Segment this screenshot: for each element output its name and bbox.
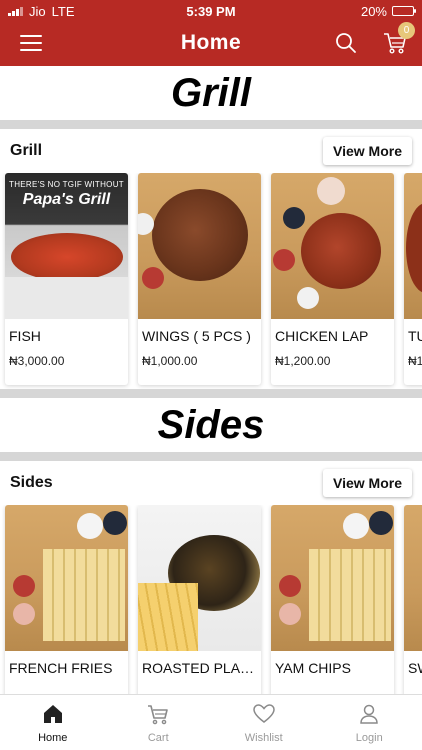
- product-name: SW: [408, 660, 422, 676]
- product-price: [138, 676, 261, 686]
- product-card-yam-chips[interactable]: YAM CHIPS: [271, 505, 394, 694]
- product-image: [271, 173, 394, 319]
- product-card-chicken-lap[interactable]: CHICKEN LAP ₦1,200.00: [271, 173, 394, 385]
- product-carousel-grill[interactable]: THERE'S NO TGIF WITHOUT Papa's Grill FIS…: [0, 173, 422, 389]
- app-header: Home 0: [0, 22, 422, 66]
- product-card-fish[interactable]: THERE'S NO TGIF WITHOUT Papa's Grill FIS…: [5, 173, 128, 385]
- section-banner-sides: Sides: [157, 402, 265, 447]
- carrier-label: Jio: [29, 3, 46, 19]
- product-card-partial[interactable]: TU ₦1: [404, 173, 422, 385]
- product-name: YAM CHIPS: [275, 660, 351, 676]
- product-card-partial[interactable]: SW: [404, 505, 422, 694]
- section-header-sides: Sides View More: [0, 461, 422, 505]
- product-image: [404, 505, 422, 651]
- image-promo-text: THERE'S NO TGIF WITHOUT: [9, 180, 124, 189]
- tab-label: Home: [38, 732, 68, 744]
- status-bar: Jio LTE 5:39 PM 20%: [0, 0, 422, 22]
- image-promo-brand: Papa's Grill: [22, 191, 111, 208]
- user-icon: [360, 704, 379, 724]
- product-name: ROASTED PLAN...: [142, 660, 261, 676]
- product-card-french-fries[interactable]: FRENCH FRIES: [5, 505, 128, 694]
- product-price: ₦3,000.00: [9, 354, 65, 368]
- product-card-wings[interactable]: WINGS ( 5 PCS ) ₦1,000.00: [138, 173, 261, 385]
- tab-label: Cart: [147, 732, 169, 744]
- section-banner-grill: Grill: [170, 70, 252, 115]
- tab-wishlist[interactable]: Wishlist: [211, 695, 317, 750]
- section-title: Grill: [10, 142, 43, 159]
- status-left: Jio LTE: [8, 4, 361, 19]
- product-price: [5, 676, 128, 686]
- tab-cart[interactable]: Cart: [106, 695, 212, 750]
- search-icon[interactable]: [334, 31, 358, 55]
- battery-icon: [392, 6, 416, 16]
- view-more-button[interactable]: View More: [323, 137, 412, 165]
- product-price: ₦1,000.00: [142, 354, 198, 368]
- product-name: TU: [408, 328, 422, 344]
- heart-icon: [252, 704, 275, 723]
- product-card-roasted-plantain[interactable]: ROASTED PLAN...: [138, 505, 261, 694]
- section-divider: [0, 452, 422, 461]
- status-right: 20%: [360, 3, 416, 19]
- home-content[interactable]: Grill Grill View More THERE'S NO TGIF WI…: [0, 66, 422, 694]
- tab-label: Wishlist: [244, 732, 283, 744]
- product-image: [404, 173, 422, 319]
- cart-icon: [148, 705, 169, 725]
- bottom-tab-bar: Home Cart Wishlist Login: [0, 694, 422, 750]
- product-price: ₦1: [408, 354, 422, 368]
- product-name: WINGS ( 5 PCS ): [142, 328, 251, 344]
- cart-count-badge: 0: [398, 22, 415, 39]
- tab-login[interactable]: Login: [317, 695, 422, 750]
- section-divider: [0, 120, 422, 129]
- battery-percent: 20%: [360, 3, 387, 19]
- section-divider: [0, 389, 422, 398]
- view-more-button[interactable]: View More: [323, 469, 412, 497]
- product-image: [271, 505, 394, 651]
- product-name: CHICKEN LAP: [275, 328, 369, 344]
- product-name: FRENCH FRIES: [9, 660, 113, 676]
- tab-home[interactable]: Home: [0, 695, 106, 750]
- product-price: [271, 676, 394, 686]
- tab-label: Login: [355, 732, 383, 744]
- product-name: FISH: [9, 328, 41, 344]
- product-image: [138, 505, 261, 651]
- home-icon: [43, 705, 62, 723]
- section-header-grill: Grill View More: [0, 129, 422, 173]
- product-price: ₦1,200.00: [275, 354, 331, 368]
- product-image: [5, 505, 128, 651]
- signal-icon: [8, 6, 23, 16]
- product-image: THERE'S NO TGIF WITHOUT Papa's Grill: [5, 173, 128, 319]
- network-label: LTE: [51, 3, 75, 19]
- page-title: Home: [180, 31, 242, 54]
- product-price: [404, 676, 422, 686]
- product-carousel-sides[interactable]: FRENCH FRIES ROASTED PLAN... YAM CHIPS S: [0, 505, 422, 694]
- product-image: [138, 173, 261, 319]
- section-title: Sides: [10, 474, 53, 491]
